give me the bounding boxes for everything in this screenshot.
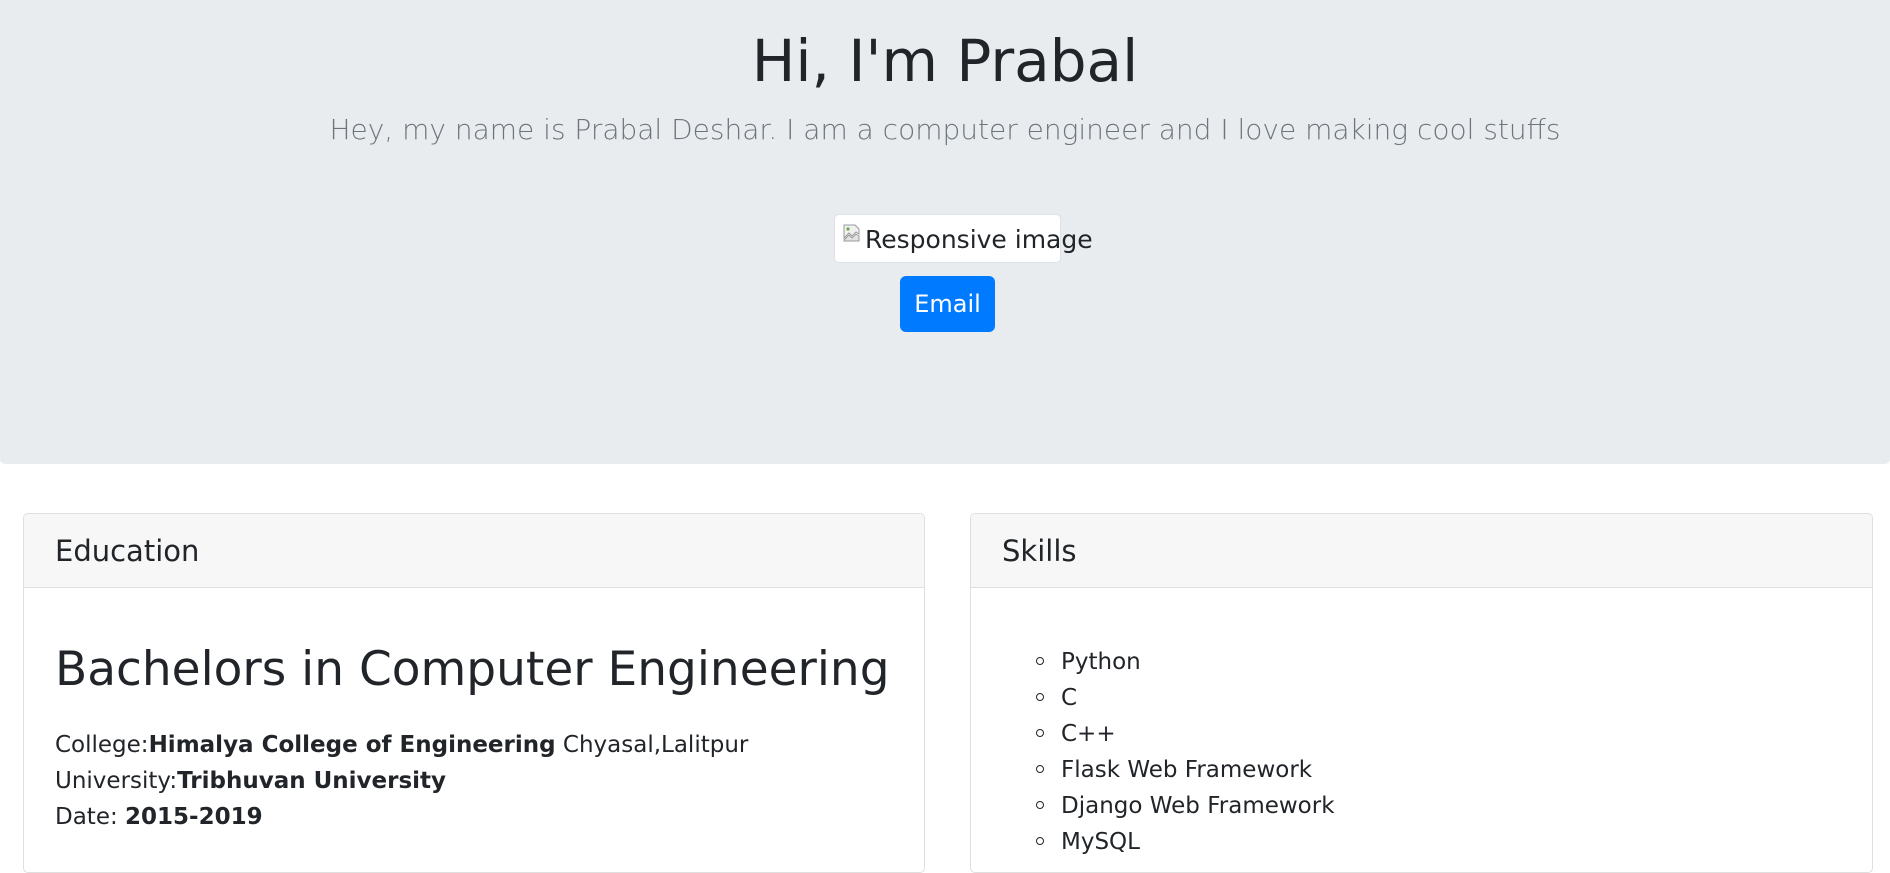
degree-title: Bachelors in Computer Engineering <box>55 642 890 697</box>
profile-image: Responsive image <box>834 214 1093 263</box>
date-line: Date: 2015-2019 <box>55 802 263 832</box>
bullet-icon <box>1036 801 1044 809</box>
bullet-icon <box>1036 837 1044 845</box>
image-alt-text: Responsive image <box>865 225 1093 254</box>
skill-item: C++ <box>971 716 1335 752</box>
skill-item: Django Web Framework <box>971 788 1335 824</box>
skill-label: C++ <box>1061 721 1116 747</box>
broken-image-icon <box>843 224 860 242</box>
education-card-header: Education <box>24 514 924 588</box>
skills-card: Skills Python C C++ Flask Web Framework … <box>970 513 1873 873</box>
bullet-icon <box>1036 657 1044 665</box>
date-label: Date: <box>55 804 126 830</box>
college-name: Himalya College of Engineering <box>148 732 556 758</box>
skill-item: C <box>971 680 1335 716</box>
skill-label: Python <box>1061 649 1141 675</box>
university-line: University:Tribhuvan University <box>55 766 446 796</box>
hero-title: Hi, I'm Prabal <box>751 27 1139 95</box>
skill-label: Flask Web Framework <box>1061 757 1313 783</box>
hero-jumbotron: Hi, I'm Prabal Hey, my name is Prabal De… <box>0 0 1890 464</box>
date-value: 2015-2019 <box>125 804 263 830</box>
skill-label: C <box>1061 685 1078 711</box>
bullet-icon <box>1036 693 1044 701</box>
education-card: Education Bachelors in Computer Engineer… <box>23 513 925 873</box>
skill-label: Django Web Framework <box>1061 793 1335 819</box>
skill-item: Python <box>971 644 1335 680</box>
skill-label: MySQL <box>1061 829 1140 855</box>
university-label: University: <box>55 768 178 794</box>
email-button[interactable]: Email <box>900 276 995 332</box>
skill-item: MySQL <box>971 824 1335 860</box>
university-name: Tribhuvan University <box>177 768 447 794</box>
college-label: College: <box>55 732 149 758</box>
skills-list: Python C C++ Flask Web Framework Django … <box>971 644 1335 860</box>
college-location: Chyasal,Lalitpur <box>555 732 749 758</box>
college-line: College:Himalya College of Engineering C… <box>55 730 748 760</box>
bullet-icon <box>1036 765 1044 773</box>
bullet-icon <box>1036 729 1044 737</box>
skill-item: Flask Web Framework <box>971 752 1335 788</box>
hero-lead-text: Hey, my name is Prabal Deshar. I am a co… <box>329 113 1561 146</box>
skills-card-header: Skills <box>971 514 1872 588</box>
